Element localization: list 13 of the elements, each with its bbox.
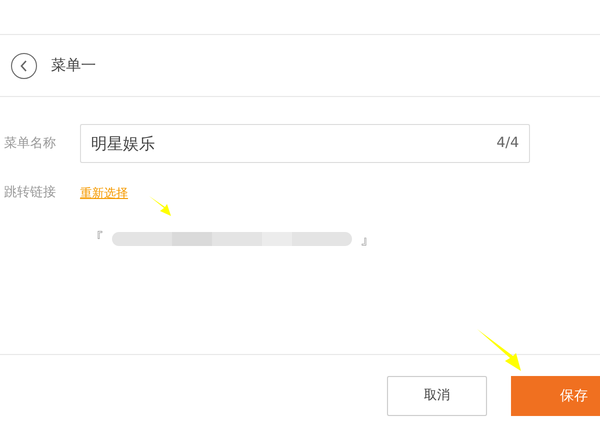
arrow-drawing bbox=[148, 195, 172, 217]
menu-name-field[interactable]: 明星娱乐 4/4 bbox=[80, 124, 530, 163]
back-button[interactable] bbox=[11, 52, 37, 78]
field-label: 跳转链接 bbox=[3, 184, 57, 202]
chevron-left-icon bbox=[20, 60, 28, 72]
bracket-open: 『 bbox=[88, 228, 104, 250]
page-title: 菜单一 bbox=[51, 55, 96, 76]
bracket-close: 』 bbox=[360, 228, 376, 250]
cancel-button[interactable]: 取消 bbox=[387, 376, 487, 416]
field-label: 菜单名称 bbox=[3, 134, 57, 153]
character-count: 4/4 bbox=[496, 134, 519, 153]
field-value: 明星娱乐 bbox=[91, 132, 155, 154]
arrow-drawing bbox=[476, 328, 522, 372]
